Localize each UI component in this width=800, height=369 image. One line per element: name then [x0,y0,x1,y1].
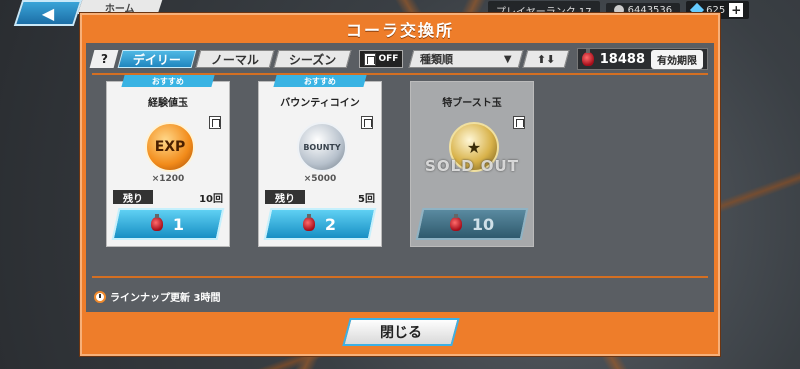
item-card-boost-orb: 特ブースト玉 ★ SOLD OUT 10 [410,81,534,247]
help-icon: ? [100,52,108,66]
price: 10 [471,214,495,234]
badge-text: おすすめ [304,76,336,86]
cola-icon [449,217,462,231]
buy-button-disabled: 10 [415,208,529,240]
sort-order-button[interactable]: ⬆⬇ [522,50,570,68]
tab-label: デイリー [133,52,182,67]
buy-button[interactable]: 1 [111,208,225,240]
art-label: EXP [154,139,186,155]
divider [92,276,708,278]
filter-row: ? デイリー ノーマル シーズン OFF 種類順 ▼ ⬆⬇ 18488 有効期限 [89,47,708,71]
remaining-count: 5回 [358,193,375,205]
art-label: ★ [466,137,482,157]
bookmark-filter-state: OFF [378,54,399,64]
exp-orb-icon: EXP [145,122,195,172]
remaining-label: 残り [113,190,153,205]
tab-label: ノーマル [211,52,260,67]
add-gems-icon[interactable]: + [729,3,744,17]
sort-select[interactable]: 種類順 ▼ [408,50,524,68]
bookmark-icon[interactable] [513,116,525,129]
cola-icon [581,49,594,66]
remaining-row: 残り 5回 [265,190,375,205]
close-label: 閉じる [380,325,422,341]
back-arrow-icon: ◀ [41,3,55,23]
price: 2 [325,214,337,234]
item-list: おすすめ 経験値玉 EXP ×1200 残り 10回 1 おすすめ バウンティコ… [106,75,534,247]
remaining-row: 残り 10回 [113,190,223,205]
art-label: BOUNTY [303,142,341,152]
item-name: 特ブースト玉 [442,98,502,109]
remaining-label: 残り [265,190,305,205]
bookmark-icon[interactable] [361,116,373,129]
close-button[interactable]: 閉じる [342,318,460,346]
bookmark-icon [364,52,377,66]
chevron-down-icon: ▼ [504,53,513,65]
cola-currency: 18488 有効期限 [576,48,708,70]
sort-order-icon: ⬆⬇ [537,52,556,66]
help-button[interactable]: ? [89,50,119,68]
remaining-count: 10回 [199,193,223,205]
back-button[interactable]: ◀ [13,0,83,26]
buy-button[interactable]: 2 [263,208,377,240]
bounty-coin-icon: BOUNTY [297,122,347,172]
expiry-button[interactable]: 有効期限 [651,49,703,69]
cola-amount: 18488 [599,51,645,67]
dialog-title: コーラ交換所 [345,21,454,40]
bookmark-filter-toggle[interactable]: OFF [359,50,404,68]
badge-text: おすすめ [152,76,184,86]
cola-exchange-dialog: コーラ交換所 ? デイリー ノーマル シーズン OFF 種類順 ▼ ⬆⬇ 184… [80,13,720,356]
sold-out-label: SOLD OUT [425,157,519,175]
cola-icon [151,217,164,231]
item-quantity: ×1200 [151,174,185,184]
item-card-bounty-coin: おすすめ バウンティコイン BOUNTY ×5000 残り 5回 2 [258,75,382,247]
item-name: 経験値玉 [148,98,188,109]
tab-daily[interactable]: デイリー [117,50,197,68]
tab-normal[interactable]: ノーマル [195,50,275,68]
recommended-badge: おすすめ [121,75,215,87]
clock-icon [94,290,106,303]
lineup-update-text: ラインナップ更新 3時間 [110,293,221,304]
price: 1 [173,214,185,234]
tab-label: シーズン [289,52,337,67]
item-quantity: ×5000 [303,174,337,184]
cola-icon [303,217,316,231]
home-tab[interactable]: ホーム [77,0,163,15]
sort-label: 種類順 [420,53,454,66]
recommended-badge: おすすめ [273,75,367,87]
bookmark-icon[interactable] [209,116,221,129]
tab-season[interactable]: シーズン [273,50,352,68]
lineup-update: ラインナップ更新 3時間 [94,289,220,304]
dialog-panel: ? デイリー ノーマル シーズン OFF 種類順 ▼ ⬆⬇ 18488 有効期限… [86,43,714,312]
item-card-exp: おすすめ 経験値玉 EXP ×1200 残り 10回 1 [106,75,230,247]
item-name: バウンティコイン [280,98,360,109]
